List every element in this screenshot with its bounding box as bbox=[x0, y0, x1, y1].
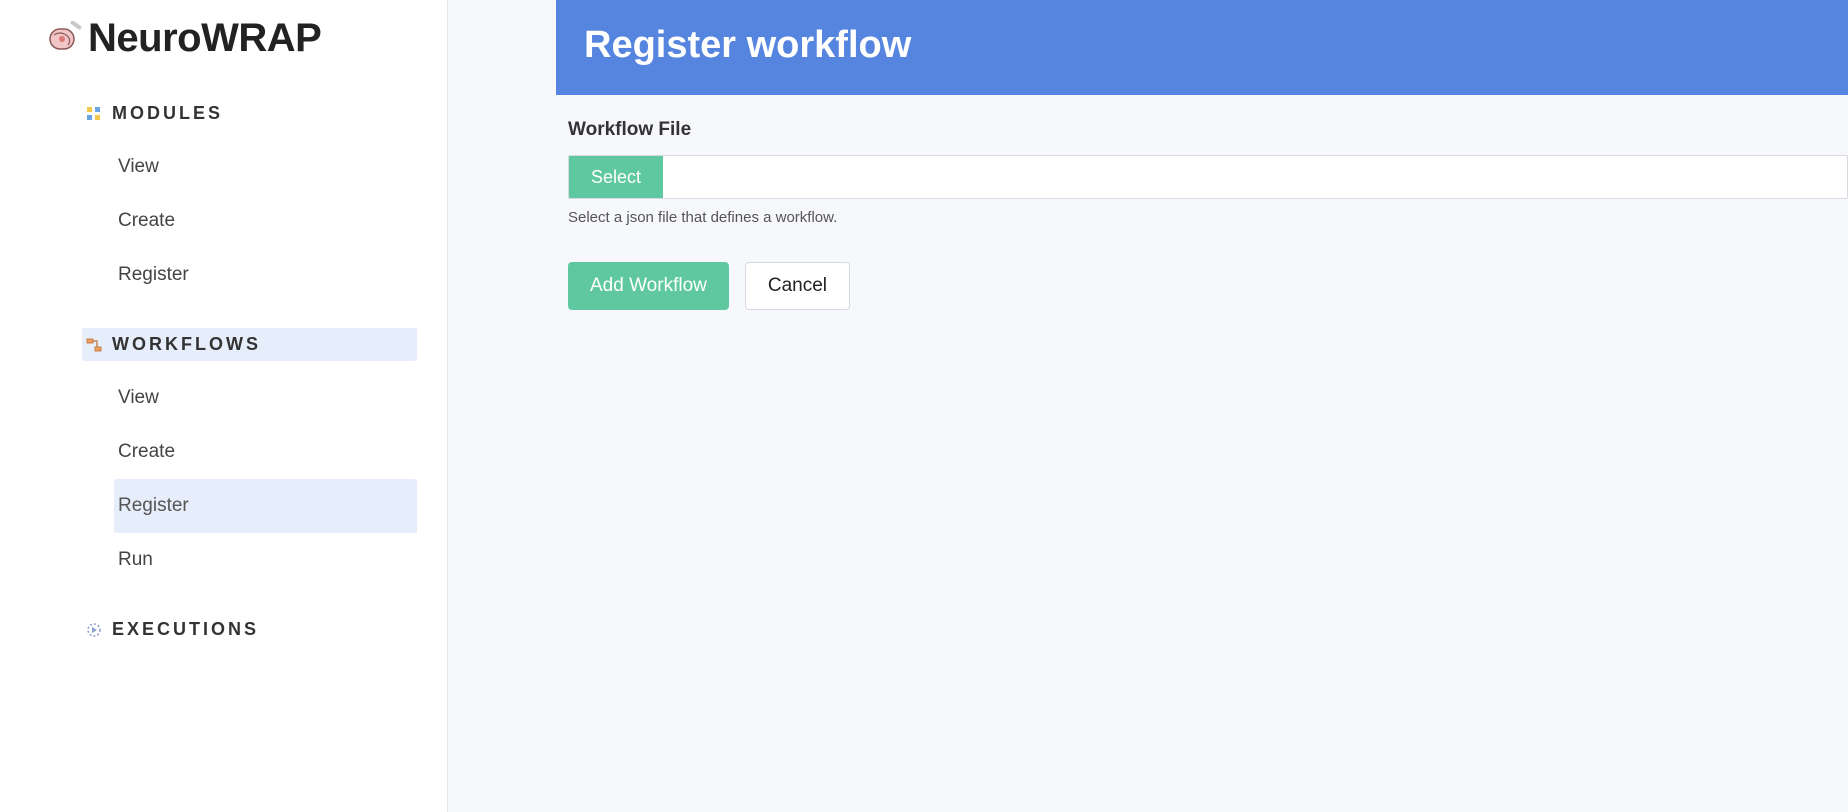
nav-header-label: MODULES bbox=[112, 103, 223, 124]
nav-section-modules: MODULES View Create Register bbox=[0, 97, 447, 320]
main-content: Register workflow Workflow File Select S… bbox=[448, 0, 1848, 812]
sidebar-item-workflows-register[interactable]: Register bbox=[114, 479, 417, 533]
cancel-button[interactable]: Cancel bbox=[745, 262, 850, 310]
brain-wrap-icon bbox=[48, 21, 84, 57]
modules-icon bbox=[86, 106, 102, 122]
register-workflow-form: Workflow File Select Select a json file … bbox=[556, 95, 1848, 310]
nav-header-modules[interactable]: MODULES bbox=[82, 97, 417, 130]
workflow-file-row: Select bbox=[568, 155, 1848, 199]
select-file-button[interactable]: Select bbox=[569, 156, 663, 198]
sidebar-item-workflows-view[interactable]: View bbox=[118, 371, 417, 425]
nav-header-label: WORKFLOWS bbox=[112, 334, 261, 355]
nav-header-label: EXECUTIONS bbox=[112, 619, 259, 640]
nav-section-workflows: WORKFLOWS View Create Register Run bbox=[0, 328, 447, 605]
sidebar-item-modules-register[interactable]: Register bbox=[118, 248, 417, 302]
nav-header-executions[interactable]: EXECUTIONS bbox=[82, 613, 417, 646]
add-workflow-button[interactable]: Add Workflow bbox=[568, 262, 729, 310]
workflow-file-input[interactable] bbox=[663, 156, 1847, 198]
workflow-file-helper: Select a json file that defines a workfl… bbox=[568, 209, 1848, 226]
executions-icon bbox=[86, 622, 102, 638]
sidebar-item-workflows-create[interactable]: Create bbox=[118, 425, 417, 479]
workflows-icon bbox=[86, 337, 102, 353]
page-title: Register workflow bbox=[584, 24, 1820, 67]
app-name: NeuroWRAP bbox=[88, 16, 321, 61]
app-logo[interactable]: NeuroWRAP bbox=[0, 16, 447, 61]
sidebar-item-modules-view[interactable]: View bbox=[118, 140, 417, 194]
sidebar-item-modules-create[interactable]: Create bbox=[118, 194, 417, 248]
nav-section-executions: EXECUTIONS bbox=[0, 613, 447, 646]
sidebar-item-workflows-run[interactable]: Run bbox=[118, 533, 417, 587]
nav-header-workflows[interactable]: WORKFLOWS bbox=[82, 328, 417, 361]
page-header: Register workflow bbox=[556, 0, 1848, 95]
sidebar: NeuroWRAP MODULES View Create Register bbox=[0, 0, 448, 812]
workflow-file-label: Workflow File bbox=[568, 119, 1848, 141]
